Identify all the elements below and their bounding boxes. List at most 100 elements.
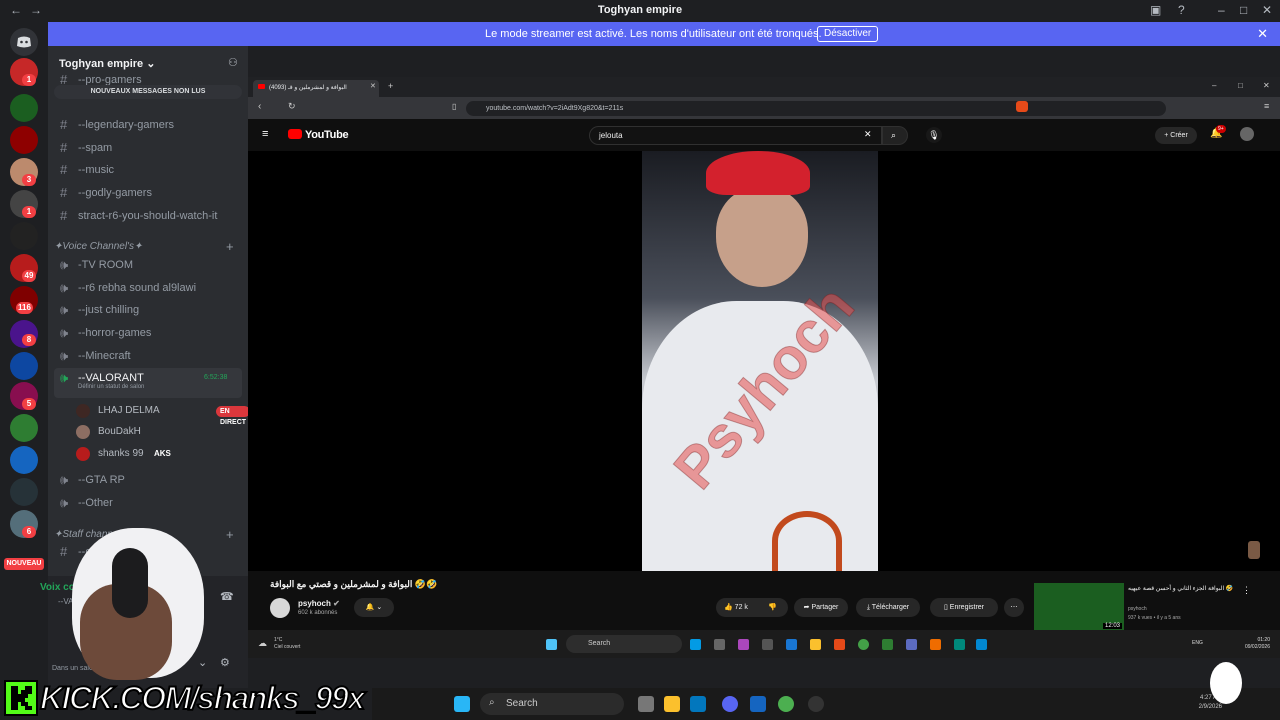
taskbar-search-input[interactable]: Search <box>480 693 624 715</box>
voice-channel-item[interactable]: 🕪 --Other <box>54 493 242 513</box>
youtube-logo[interactable]: YouTube <box>288 129 349 141</box>
channel-item[interactable]: # stract-r6-you-should-watch-it <box>54 206 242 226</box>
voice-channel-item[interactable]: 🕪 -TV ROOM <box>54 255 242 275</box>
server-icon[interactable] <box>10 414 38 442</box>
help-icon[interactable]: ? <box>1178 3 1185 17</box>
close-tab-icon[interactable]: ✕ <box>370 82 376 90</box>
app-icon[interactable] <box>738 639 749 650</box>
channel-item[interactable]: # --spam <box>54 138 242 158</box>
salon-status[interactable]: Définir un statut de salon <box>78 380 144 394</box>
voice-channel-item[interactable]: 🕪 --GTA RP <box>54 470 242 490</box>
chevron-down-icon[interactable]: ⌄ <box>198 656 207 669</box>
recommended-thumbnail[interactable]: 12:03 <box>1034 583 1124 631</box>
app-icon[interactable] <box>714 639 725 650</box>
microphone-icon[interactable]: 🎙 <box>926 127 942 143</box>
channel-avatar[interactable] <box>270 598 290 618</box>
discord-icon[interactable] <box>722 696 738 712</box>
server-name[interactable]: Toghyan empire ⌄ <box>59 57 155 70</box>
taskbar-search-input[interactable]: Search <box>566 635 682 653</box>
edge-icon[interactable] <box>690 696 706 712</box>
app-icon[interactable] <box>858 639 869 650</box>
voice-channel-item-active[interactable]: 🕪 --VALORANT 6:52:38 Définir un statut d… <box>54 368 242 398</box>
folder-icon[interactable] <box>810 639 821 650</box>
app-icon[interactable] <box>690 639 701 650</box>
server-icon[interactable] <box>10 126 38 154</box>
app-icon[interactable] <box>834 639 845 650</box>
discord-home-icon[interactable] <box>10 28 38 56</box>
menu-icon[interactable]: ≡ <box>1264 101 1269 111</box>
minimize-icon[interactable]: – <box>1218 3 1225 17</box>
speaker-icon: 🕪 <box>60 348 69 363</box>
app-icon[interactable] <box>882 639 893 650</box>
add-member-icon[interactable]: ⚇ <box>228 56 238 69</box>
channel-item[interactable]: # --legendary-gamers <box>54 115 242 135</box>
windows-start-icon[interactable] <box>546 639 557 650</box>
close-icon[interactable]: ✕ <box>1257 26 1268 42</box>
maximize-icon[interactable]: □ <box>1240 3 1247 17</box>
voice-channel-item[interactable]: 🕪 --r6 rebha sound al9lawi <box>54 278 242 298</box>
server-icon[interactable] <box>10 352 38 380</box>
app-icon[interactable] <box>750 696 766 712</box>
close-icon[interactable]: ✕ <box>1262 3 1272 17</box>
inbox-icon[interactable]: ▣ <box>1150 3 1161 17</box>
clear-search-icon[interactable]: ✕ <box>864 129 872 140</box>
weather-widget[interactable]: 1°C Ciel couvert <box>274 637 300 651</box>
search-button[interactable]: ⌕ <box>882 126 908 145</box>
speaker-icon: 🕪 <box>60 370 69 385</box>
voice-channel-item[interactable]: 🕪 --Minecraft <box>54 346 242 366</box>
server-icon[interactable] <box>10 478 38 506</box>
more-vert-icon[interactable]: ⋮ <box>1242 585 1251 596</box>
channel-item[interactable]: # --music <box>54 160 242 180</box>
browser-tab[interactable]: البوافة و لمشرملين و قـ (4093) <box>253 80 379 97</box>
hamburger-menu-icon[interactable]: ≡ <box>262 128 268 140</box>
server-icon[interactable] <box>10 94 38 122</box>
reload-icon[interactable]: ↻ <box>288 101 296 112</box>
app-icon[interactable] <box>954 639 965 650</box>
voice-category[interactable]: ✦Voice Channel's✦ + <box>54 239 234 254</box>
app-icon[interactable] <box>930 639 941 650</box>
plus-icon[interactable]: + <box>226 239 234 254</box>
more-options-icon[interactable]: ⋯ <box>1004 598 1024 617</box>
create-button[interactable]: + Créer <box>1155 127 1197 144</box>
minimize-icon[interactable]: – <box>1212 81 1216 90</box>
new-messages-pill[interactable]: NOUVEAUX MESSAGES NON LUS <box>54 85 242 99</box>
voice-channel-item[interactable]: 🕪 --horror-games <box>54 323 242 343</box>
task-view-icon[interactable] <box>638 696 654 712</box>
video-player[interactable]: Psyhoch <box>248 151 1280 571</box>
extension-icon[interactable] <box>1016 101 1028 112</box>
recommended-title[interactable]: البوافة الجزء الثاني و أحسن قصة عيهيه 🤣 <box>1128 585 1240 593</box>
download-button[interactable]: ⤓ Télécharger <box>856 598 920 617</box>
plus-icon[interactable]: + <box>226 527 234 542</box>
folder-icon[interactable] <box>664 696 680 712</box>
back-arrow-icon[interactable]: ‹ <box>258 101 261 112</box>
app-icon[interactable] <box>976 639 987 650</box>
channel-item[interactable]: # --godly-gamers <box>54 183 242 203</box>
dislike-icon[interactable]: 👎 <box>768 598 777 617</box>
taskbar-clock[interactable]: 01:20 09/02/2026 <box>1245 637 1270 651</box>
app-icon[interactable] <box>786 639 797 650</box>
channel-name[interactable]: psyhoch ✔ <box>298 599 340 608</box>
app-icon[interactable] <box>762 639 773 650</box>
server-icon[interactable] <box>10 222 38 250</box>
close-icon[interactable]: ✕ <box>1263 81 1270 90</box>
server-icon[interactable] <box>10 446 38 474</box>
account-avatar[interactable] <box>1240 127 1254 141</box>
share-button[interactable]: ➦ Partager <box>794 598 848 617</box>
settings-gear-icon[interactable]: ⚙ <box>220 656 230 669</box>
obs-icon[interactable] <box>808 696 824 712</box>
voice-channel-item[interactable]: 🕪 --just chilling <box>54 300 242 320</box>
language-indicator[interactable]: ENG <box>1192 640 1203 646</box>
new-tab-icon[interactable]: + <box>388 81 393 91</box>
save-button[interactable]: ▯ Enregistrer <box>930 598 998 617</box>
disable-streamer-button[interactable]: Désactiver <box>817 26 879 42</box>
windows-start-icon[interactable] <box>454 696 470 712</box>
disconnect-icon[interactable]: ☎ <box>220 590 234 603</box>
subscribed-bell-button[interactable]: 🔔 ⌄ <box>354 598 394 617</box>
url-input[interactable]: youtube.com/watch?v=2iAdt9Xg820&t=211s <box>466 101 1166 116</box>
chrome-icon[interactable] <box>778 696 794 712</box>
discord-icon[interactable] <box>906 639 917 650</box>
bookmark-icon[interactable]: ▯ <box>452 102 456 111</box>
search-input[interactable]: jelouta <box>589 126 882 145</box>
maximize-icon[interactable]: □ <box>1238 81 1243 90</box>
like-button[interactable]: 👍 72 k 👎 <box>716 598 788 617</box>
